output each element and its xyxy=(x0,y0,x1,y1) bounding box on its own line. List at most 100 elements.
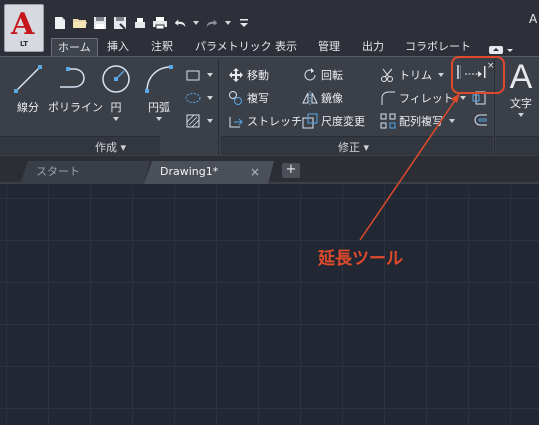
tab-collaborate[interactable]: コラボレート xyxy=(405,38,471,56)
create-panel-title[interactable]: 作成 ▾ xyxy=(95,139,126,155)
tab-output[interactable]: 出力 xyxy=(362,38,384,56)
annotation-panel-footer[interactable] xyxy=(496,136,539,155)
rotate-button[interactable]: 回転 xyxy=(302,66,343,84)
arc-dropdown-icon[interactable] xyxy=(156,117,162,121)
edition-label: LT xyxy=(19,40,29,48)
array-dropdown-icon[interactable] xyxy=(449,119,455,123)
trim-dropdown-icon[interactable] xyxy=(438,73,444,77)
circle-label: 円 xyxy=(110,101,122,114)
open-folder-icon[interactable] xyxy=(72,15,88,31)
dropdown-icon[interactable] xyxy=(207,73,213,77)
stretch-button[interactable]: ストレッチ xyxy=(228,112,302,130)
quick-access-toolbar xyxy=(52,14,252,32)
offset-icon xyxy=(474,114,487,126)
arc-icon xyxy=(145,65,173,93)
scale-button[interactable]: 尺度変更 xyxy=(302,112,365,130)
text-dropdown-icon[interactable] xyxy=(518,113,524,117)
create-panel-footer[interactable] xyxy=(0,136,160,155)
text-label: 文字 xyxy=(510,97,532,110)
stretch-icon xyxy=(229,117,243,128)
rotate-label: 回転 xyxy=(321,69,343,82)
app-logo: A xyxy=(11,7,35,42)
arc-button[interactable]: 円弧 xyxy=(142,63,176,121)
line-label: 線分 xyxy=(17,101,39,114)
save-icon[interactable] xyxy=(92,15,108,31)
dropdown-icon[interactable] xyxy=(207,119,213,123)
tab-start[interactable]: スタート xyxy=(20,161,150,184)
trim-label: トリム xyxy=(399,69,432,82)
copy-icon xyxy=(229,91,242,105)
move-icon xyxy=(229,68,243,82)
array-button[interactable]: 配列複写 xyxy=(380,112,455,130)
new-file-icon[interactable] xyxy=(52,15,68,31)
copy-button[interactable]: 複写 xyxy=(228,89,269,107)
line-icon xyxy=(14,65,42,93)
new-tab-button[interactable]: + xyxy=(282,163,300,178)
mirror-icon xyxy=(302,91,318,105)
annotation-label: 延長ツール xyxy=(318,249,403,269)
scale-label: 尺度変更 xyxy=(321,115,365,128)
plot-icon[interactable] xyxy=(132,15,148,31)
array-icon xyxy=(380,113,396,129)
undo-icon[interactable] xyxy=(172,15,188,31)
save-as-icon[interactable] xyxy=(112,15,128,31)
panel-divider xyxy=(218,59,219,155)
ribbon-tab-bar: ホーム 挿入 注釈 パラメトリック 表示 管理 出力 コラボレート xyxy=(0,38,539,57)
polyline-icon xyxy=(60,67,85,88)
print-icon[interactable] xyxy=(152,15,168,31)
rectangle-button[interactable] xyxy=(185,66,213,84)
tab-manage[interactable]: 管理 xyxy=(318,38,340,56)
tab-annotate[interactable]: 注釈 xyxy=(151,38,173,56)
circle-button[interactable]: 円 xyxy=(99,63,133,121)
close-icon[interactable]: × xyxy=(250,161,260,183)
dropdown-icon[interactable] xyxy=(207,96,213,100)
fillet-icon xyxy=(381,91,395,105)
move-button[interactable]: 移動 xyxy=(228,66,269,84)
circle-icon xyxy=(102,65,130,93)
file-tab-bar: スタート Drawing1* × xyxy=(0,156,539,184)
tab-parametric[interactable]: パラメトリック xyxy=(195,38,272,56)
hatch-icon xyxy=(186,114,200,128)
modify-panel-label: 修正 xyxy=(338,141,360,154)
title-bar: A xyxy=(0,0,539,38)
hatch-button[interactable] xyxy=(185,112,213,130)
text-icon: A xyxy=(509,58,533,96)
undo-dropdown-icon[interactable] xyxy=(192,15,200,31)
application-menu-button[interactable]: A LT xyxy=(4,4,44,52)
fillet-label: フィレット xyxy=(399,92,454,105)
extend-tool-highlight xyxy=(451,56,505,94)
copy-label: 複写 xyxy=(247,92,269,105)
mirror-label: 鏡像 xyxy=(321,92,343,105)
move-label: 移動 xyxy=(247,69,269,82)
tab-insert[interactable]: 挿入 xyxy=(107,38,129,56)
text-button[interactable]: A 文字 xyxy=(503,59,539,117)
ellipse-button[interactable] xyxy=(185,89,213,107)
drawing-canvas[interactable] xyxy=(0,186,539,425)
arc-label: 円弧 xyxy=(148,101,170,114)
trim-button[interactable]: トリム xyxy=(380,66,444,84)
polyline-label: ポリライン xyxy=(48,101,103,114)
offset-button[interactable] xyxy=(472,112,488,130)
drawing-tab-label: Drawing1* xyxy=(160,165,219,178)
redo-dropdown-icon[interactable] xyxy=(224,15,232,31)
redo-icon[interactable] xyxy=(204,15,220,31)
array-label: 配列複写 xyxy=(399,115,443,128)
stretch-label: ストレッチ xyxy=(247,115,302,128)
tab-drawing1[interactable]: Drawing1* × xyxy=(144,161,274,184)
create-panel-label: 作成 xyxy=(95,141,117,154)
start-tab-label: スタート xyxy=(36,165,80,178)
polyline-button[interactable]: ポリライン xyxy=(48,63,103,115)
mirror-button[interactable]: 鏡像 xyxy=(302,89,343,107)
trim-icon xyxy=(381,68,393,82)
rotate-icon xyxy=(304,68,316,81)
line-button[interactable]: 線分 xyxy=(8,63,48,115)
tab-home[interactable]: ホーム xyxy=(51,38,98,57)
window-title: A xyxy=(529,12,538,26)
ribbon-minimize-icon[interactable] xyxy=(488,41,514,54)
modify-panel-title[interactable]: 修正 ▾ xyxy=(338,139,369,155)
fillet-dropdown-icon[interactable] xyxy=(459,96,466,100)
tab-view[interactable]: 表示 xyxy=(275,38,297,56)
circle-dropdown-icon[interactable] xyxy=(113,117,119,121)
customize-qat-icon[interactable] xyxy=(236,15,252,31)
ellipse-icon xyxy=(185,93,201,103)
